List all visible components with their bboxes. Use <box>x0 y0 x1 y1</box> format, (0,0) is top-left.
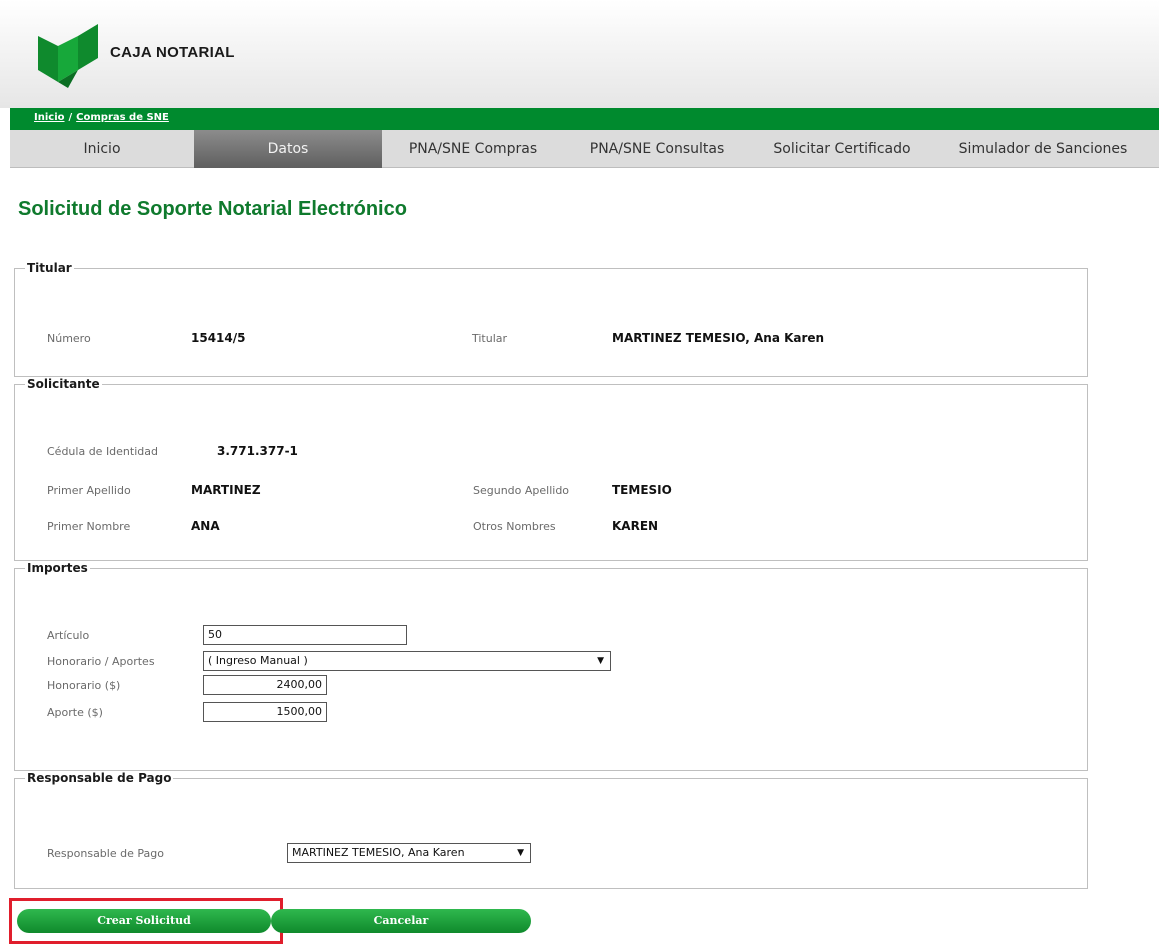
honorario-input[interactable]: 2400,00 <box>203 675 327 695</box>
solicitante-section: Solicitante Cédula de Identidad 3.771.37… <box>14 377 1088 561</box>
cancel-button[interactable]: Cancelar <box>271 909 531 933</box>
dropdown-arrow-icon: ▼ <box>517 848 524 858</box>
header: CAJA NOTARIAL <box>0 0 1159 108</box>
responsable-section: Responsable de Pago Responsable de Pago … <box>14 771 1088 889</box>
breadcrumb-home-link[interactable]: Inicio <box>34 112 65 123</box>
solicitante-legend: Solicitante <box>27 377 100 391</box>
titular-legend: Titular <box>27 261 72 275</box>
primer-apellido-label: Primer Apellido <box>47 484 131 497</box>
segundo-apellido-label: Segundo Apellido <box>473 484 570 497</box>
cedula-label: Cédula de Identidad <box>47 445 158 458</box>
titular-value: MARTINEZ TEMESIO, Ana Karen <box>612 331 825 345</box>
nav-item-solicitar-certificado[interactable]: Solicitar Certificado <box>752 130 932 168</box>
otros-nombres-label: Otros Nombres <box>473 520 556 533</box>
primer-apellido-value: MARTINEZ <box>191 483 261 497</box>
numero-value: 15414/5 <box>191 331 246 345</box>
segundo-apellido-value: TEMESIO <box>612 483 672 497</box>
page-title: Solicitud de Soporte Notarial Electrónic… <box>18 198 407 220</box>
nav-item-pna-sne-consultas[interactable]: PNA/SNE Consultas <box>562 130 752 168</box>
responsable-select[interactable]: MARTINEZ TEMESIO, Ana Karen ▼ <box>287 843 531 863</box>
titular-section: Titular Número 15414/5 Titular MARTINEZ … <box>14 261 1088 377</box>
primer-nombre-value: ANA <box>191 519 220 533</box>
honorario-aportes-label: Honorario / Aportes <box>47 655 155 668</box>
breadcrumb: Inicio / Compras de SNE <box>34 112 169 123</box>
dropdown-arrow-icon: ▼ <box>597 656 604 666</box>
cedula-value: 3.771.377-1 <box>217 444 298 458</box>
caja-notarial-logo <box>38 24 98 88</box>
nav-item-simulador-sanciones[interactable]: Simulador de Sanciones <box>932 130 1154 168</box>
nav-item-inicio[interactable]: Inicio <box>10 130 194 168</box>
aporte-input[interactable]: 1500,00 <box>203 702 327 722</box>
aporte-label: Aporte ($) <box>47 706 103 719</box>
titular-label: Titular <box>472 332 508 345</box>
brand-name: CAJA NOTARIAL <box>110 44 235 61</box>
responsable-selected: MARTINEZ TEMESIO, Ana Karen <box>292 846 465 859</box>
create-request-button[interactable]: Crear Solicitud <box>17 909 271 933</box>
honorario-aportes-select[interactable]: ( Ingreso Manual ) ▼ <box>203 651 611 671</box>
articulo-label: Artículo <box>47 629 90 642</box>
honorario-aportes-selected: ( Ingreso Manual ) <box>208 654 308 667</box>
breadcrumb-bar: Inicio / Compras de SNE <box>10 108 1159 130</box>
responsable-legend: Responsable de Pago <box>27 771 172 785</box>
responsable-label: Responsable de Pago <box>47 847 164 860</box>
articulo-input[interactable]: 50 <box>203 625 407 645</box>
primer-nombre-label: Primer Nombre <box>47 520 131 533</box>
main-nav: Inicio Datos PNA/SNE Compras PNA/SNE Con… <box>10 130 1159 168</box>
breadcrumb-current-link[interactable]: Compras de SNE <box>76 112 169 123</box>
importes-legend: Importes <box>27 561 88 575</box>
nav-item-datos[interactable]: Datos <box>194 130 382 168</box>
otros-nombres-value: KAREN <box>612 519 659 533</box>
importes-section: Importes Artículo 50 Honorario / Aportes… <box>14 561 1088 771</box>
honorario-label: Honorario ($) <box>47 679 121 692</box>
numero-label: Número <box>47 332 91 345</box>
breadcrumb-separator: / <box>68 112 73 123</box>
nav-item-pna-sne-compras[interactable]: PNA/SNE Compras <box>384 130 562 168</box>
